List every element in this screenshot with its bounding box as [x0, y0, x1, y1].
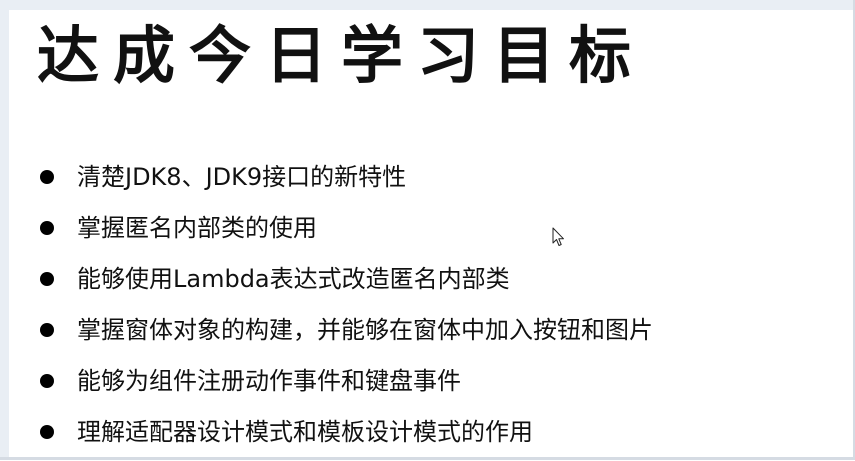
bullet-text: 理解适配器设计模式和模板设计模式的作用 — [77, 418, 533, 446]
arrow-pointer-icon — [552, 227, 564, 246]
bullet-dot-icon — [40, 170, 54, 184]
slide-title: 达成今日学习目标 — [37, 19, 646, 92]
bullet-text: 掌握窗体对象的构建，并能够在窗体中加入按钮和图片 — [77, 316, 653, 344]
bullet-dot-icon — [40, 374, 54, 388]
window-frame-top — [0, 0, 855, 10]
bullet-dot-icon — [40, 425, 54, 439]
bullet-text: 掌握匿名内部类的使用 — [77, 214, 317, 242]
bullet-text: 清楚JDK8、JDK9接口的新特性 — [77, 163, 407, 191]
bullet-text: 能够为组件注册动作事件和键盘事件 — [77, 367, 461, 395]
bullet-text: 能够使用Lambda表达式改造匿名内部类 — [77, 265, 510, 293]
bullet-dot-icon — [40, 272, 54, 286]
bullet-dot-icon — [40, 221, 54, 235]
window-frame-left — [0, 0, 9, 460]
slide-canvas: 达成今日学习目标 清楚JDK8、JDK9接口的新特性 掌握匿名内部类的使用 能够… — [9, 10, 853, 457]
bullet-dot-icon — [40, 323, 54, 337]
